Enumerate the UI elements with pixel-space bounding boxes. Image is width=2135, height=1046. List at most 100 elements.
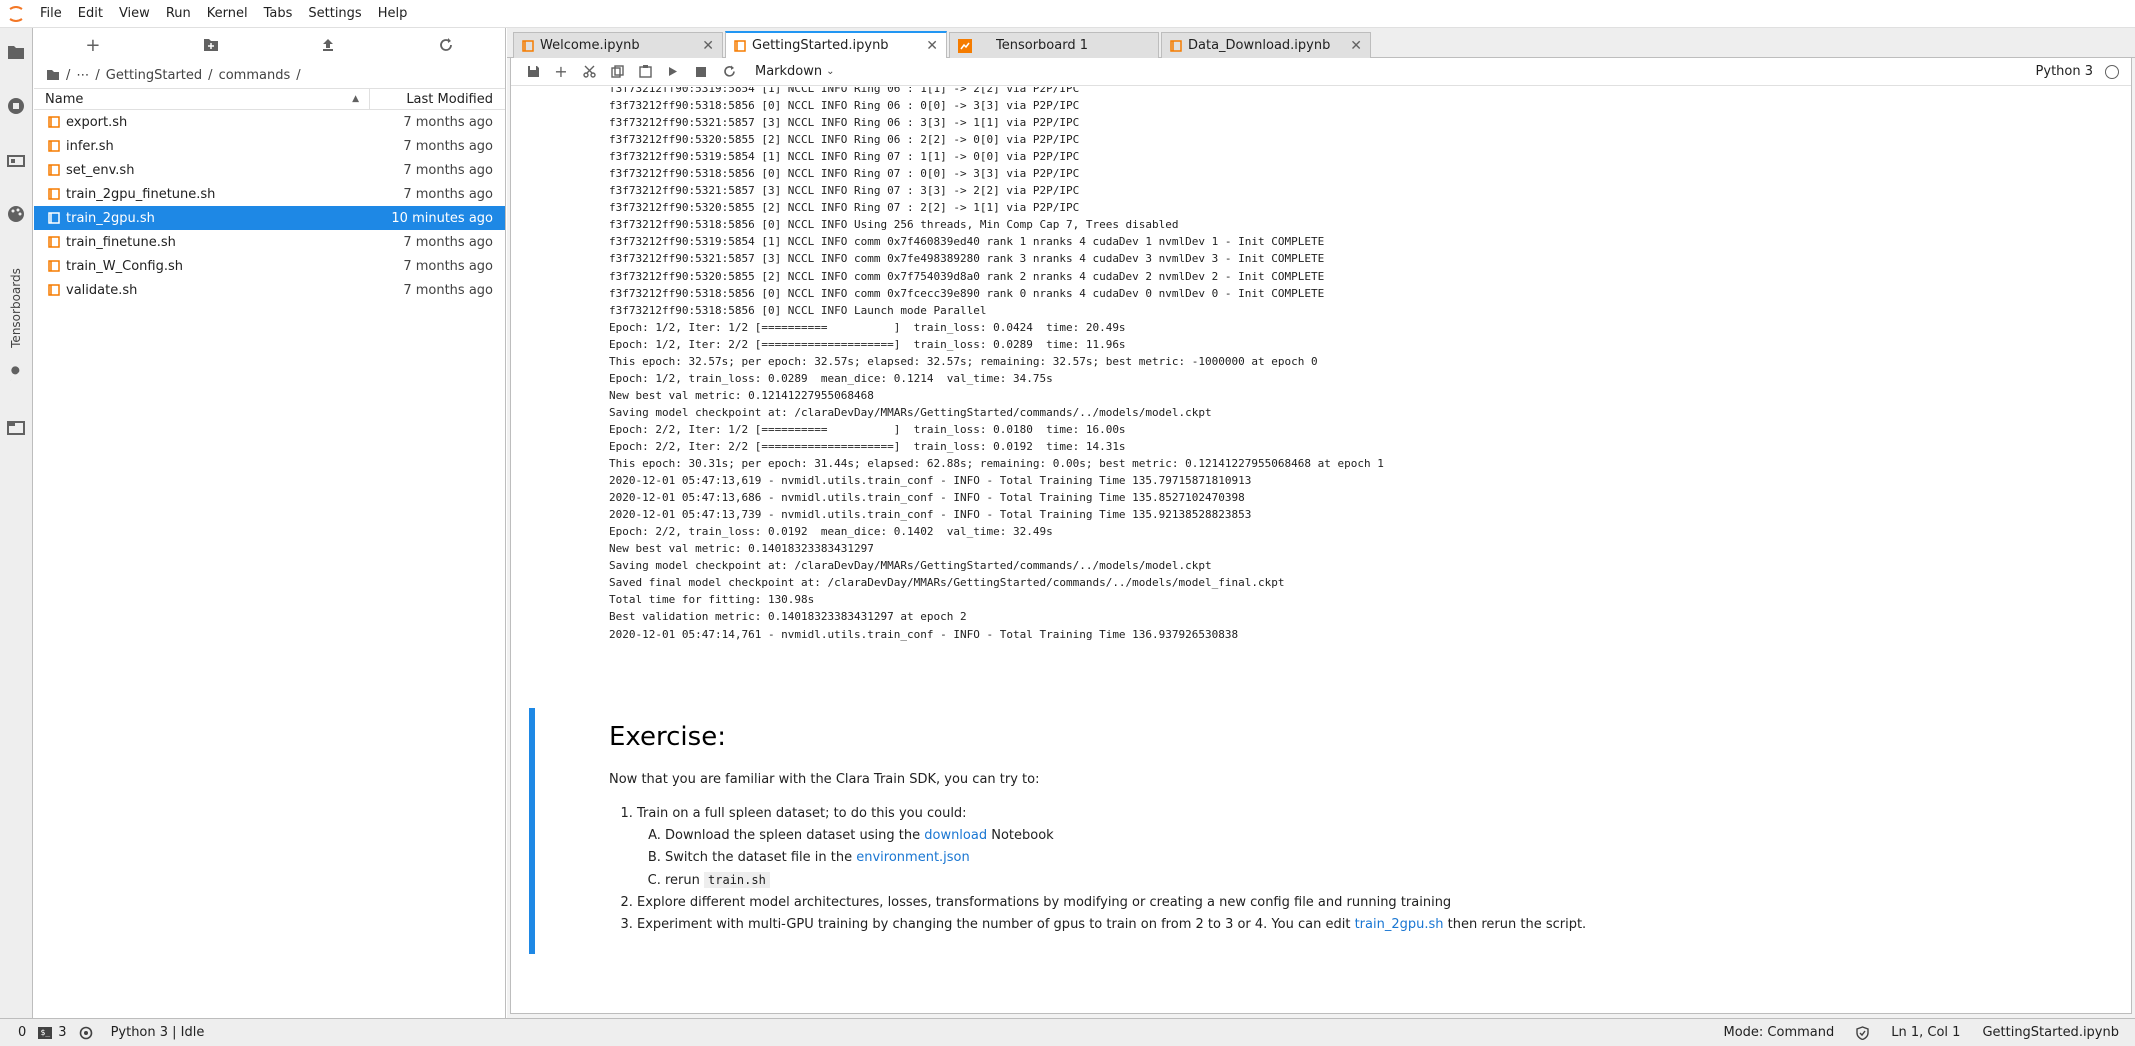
download-notebook-link[interactable]: download xyxy=(924,828,987,843)
file-row[interactable]: validate.sh 7 months ago xyxy=(34,278,505,302)
cell-type-select[interactable]: Markdown ⌄ xyxy=(755,64,835,79)
close-icon[interactable]: ✕ xyxy=(1350,38,1362,54)
main-dock-area: Welcome.ipynb ✕ GettingStarted.ipynb ✕ T… xyxy=(507,28,2135,1018)
notebook-toolbar: + Markdown ⌄ Python 3 xyxy=(511,58,2131,86)
menu-tabs[interactable]: Tabs xyxy=(256,0,301,28)
cut-button[interactable] xyxy=(575,58,603,86)
last-modified-column-header[interactable]: Last Modified xyxy=(370,92,505,107)
interrupt-kernel-button[interactable] xyxy=(687,58,715,86)
tab-gettingstarted[interactable]: GettingStarted.ipynb ✕ xyxy=(725,31,947,58)
file-row[interactable]: train_finetune.sh 7 months ago xyxy=(34,230,505,254)
tensorboards-sidebar-tab[interactable]: Tensorboards xyxy=(5,253,27,363)
upload-button[interactable] xyxy=(270,28,388,62)
name-column-header[interactable]: Name ▲ xyxy=(34,89,370,109)
exercise-item-2: Explore different model architectures, l… xyxy=(637,895,1452,910)
breadcrumb: / ⋯ / GettingStarted / commands / xyxy=(34,62,505,88)
output-line: Saving model checkpoint at: /claraDevDay… xyxy=(609,559,1212,573)
exercise-sublist: Download the spleen dataset using the do… xyxy=(637,825,2089,892)
run-button[interactable] xyxy=(659,58,687,86)
markdown-rendered: Exercise: Now that you are familiar with… xyxy=(609,708,2089,936)
menu-view[interactable]: View xyxy=(111,0,158,28)
environment-json-link[interactable]: environment.json xyxy=(856,850,970,865)
file-modified: 7 months ago xyxy=(403,186,493,202)
output-line: This epoch: 30.31s; per epoch: 31.44s; e… xyxy=(609,457,1384,471)
cell-collapser[interactable] xyxy=(529,708,535,954)
close-icon[interactable]: ✕ xyxy=(702,38,714,54)
menu-run[interactable]: Run xyxy=(158,0,199,28)
markdown-cell[interactable]: Exercise: Now that you are familiar with… xyxy=(521,708,2111,954)
wrench-icon[interactable] xyxy=(5,364,27,386)
refresh-button[interactable] xyxy=(387,28,505,62)
file-row[interactable]: train_2gpu_finetune.sh 7 months ago xyxy=(34,182,505,206)
train-sh-code: train.sh xyxy=(704,872,770,888)
tab-tensorboard[interactable]: Tensorboard 1 xyxy=(949,32,1159,58)
folder-icon[interactable] xyxy=(5,41,27,63)
menu-settings[interactable]: Settings xyxy=(300,0,369,28)
file-name: train_finetune.sh xyxy=(66,234,176,250)
copy-button[interactable] xyxy=(603,58,631,86)
kernel-idle-icon xyxy=(2105,64,2119,79)
save-button[interactable] xyxy=(519,58,547,86)
file-row[interactable]: set_env.sh 7 months ago xyxy=(34,158,505,182)
file-name: train_2gpu_finetune.sh xyxy=(66,186,216,202)
upload-icon xyxy=(323,39,334,51)
file-icon xyxy=(48,284,60,296)
output-line: f3f73212ff90:5320:5855 [2] NCCL INFO Rin… xyxy=(609,201,1080,215)
new-folder-button[interactable] xyxy=(152,28,270,62)
file-row[interactable]: export.sh 7 months ago xyxy=(34,110,505,134)
output-line: f3f73212ff90:5318:5856 [0] NCCL INFO Lau… xyxy=(609,303,987,317)
insert-cell-button[interactable]: + xyxy=(547,58,575,86)
file-icon xyxy=(48,116,60,128)
file-row[interactable]: train_2gpu.sh 10 minutes ago xyxy=(34,206,505,230)
output-line: Epoch: 2/2, Iter: 2/2 [=================… xyxy=(609,439,1126,453)
refresh-icon xyxy=(440,38,453,51)
output-line: f3f73212ff90:5318:5856 [0] NCCL INFO Rin… xyxy=(609,167,1080,181)
output-line: Epoch: 2/2, train_loss: 0.0192 mean_dice… xyxy=(609,525,1053,539)
close-icon[interactable]: ✕ xyxy=(926,38,938,54)
folder-icon[interactable] xyxy=(46,69,60,81)
terminals-status[interactable]: $_ 3 xyxy=(38,1025,67,1040)
tabs-icon[interactable] xyxy=(5,417,27,439)
tab-welcome[interactable]: Welcome.ipynb ✕ xyxy=(513,32,723,58)
status-count[interactable]: 0 xyxy=(18,1025,26,1040)
menu-edit[interactable]: Edit xyxy=(70,0,111,28)
menu-help[interactable]: Help xyxy=(370,0,416,28)
restart-kernel-button[interactable] xyxy=(715,58,743,86)
cursor-position[interactable]: Ln 1, Col 1 xyxy=(1891,1025,1960,1040)
notebook-cells[interactable]: f3f73212ff90:5319:5854 [1] NCCL INFO Rin… xyxy=(511,87,2131,1012)
file-modified: 7 months ago xyxy=(403,234,493,250)
output-line: Epoch: 1/2, Iter: 2/2 [=================… xyxy=(609,337,1126,351)
palette-icon[interactable] xyxy=(5,203,27,225)
kernel-status-text[interactable]: Python 3 | Idle xyxy=(111,1025,205,1040)
breadcrumb-commands[interactable]: commands xyxy=(219,68,291,83)
output-line: 2020-12-01 05:47:13,739 - nvmidl.utils.t… xyxy=(609,508,1252,522)
file-name-cell: train_W_Config.sh xyxy=(34,259,370,274)
file-modified: 7 months ago xyxy=(403,162,493,178)
output-text: f3f73212ff90:5319:5854 [1] NCCL INFO Rin… xyxy=(609,87,2089,643)
train-2gpu-link[interactable]: train_2gpu.sh xyxy=(1355,917,1444,932)
menu-file[interactable]: File xyxy=(32,0,70,28)
exercise-heading: Exercise: xyxy=(609,722,726,752)
list-item: rerun train.sh xyxy=(665,869,2089,892)
paste-button[interactable] xyxy=(631,58,659,86)
breadcrumb-ellipsis[interactable]: ⋯ xyxy=(76,68,89,83)
menu-kernel[interactable]: Kernel xyxy=(199,0,256,28)
kernel-name[interactable]: Python 3 xyxy=(2036,64,2093,79)
menu-bar: File Edit View Run Kernel Tabs Settings … xyxy=(0,0,2135,28)
tab-data-download[interactable]: Data_Download.ipynb ✕ xyxy=(1161,32,1371,58)
exercise-item-3-suffix: then rerun the script. xyxy=(1443,917,1587,932)
output-line: f3f73212ff90:5321:5857 [3] NCCL INFO Rin… xyxy=(609,184,1080,198)
name-header-label: Name xyxy=(45,91,84,107)
save-icon xyxy=(527,66,539,77)
file-row[interactable]: infer.sh 7 months ago xyxy=(34,134,505,158)
commands-icon[interactable] xyxy=(5,150,27,172)
file-list: export.sh 7 months ago infer.sh 7 months ag… xyxy=(34,110,505,302)
gear-icon[interactable] xyxy=(79,1026,93,1040)
breadcrumb-gettingstarted[interactable]: GettingStarted xyxy=(106,68,202,83)
file-row[interactable]: train_W_Config.sh 7 months ago xyxy=(34,254,505,278)
breadcrumb-root[interactable]: / xyxy=(66,68,70,83)
file-name-cell: infer.sh xyxy=(34,139,370,154)
running-kernels-icon[interactable] xyxy=(5,95,27,117)
shield-icon[interactable] xyxy=(1856,1025,1869,1040)
new-launcher-button[interactable]: + xyxy=(34,28,152,62)
